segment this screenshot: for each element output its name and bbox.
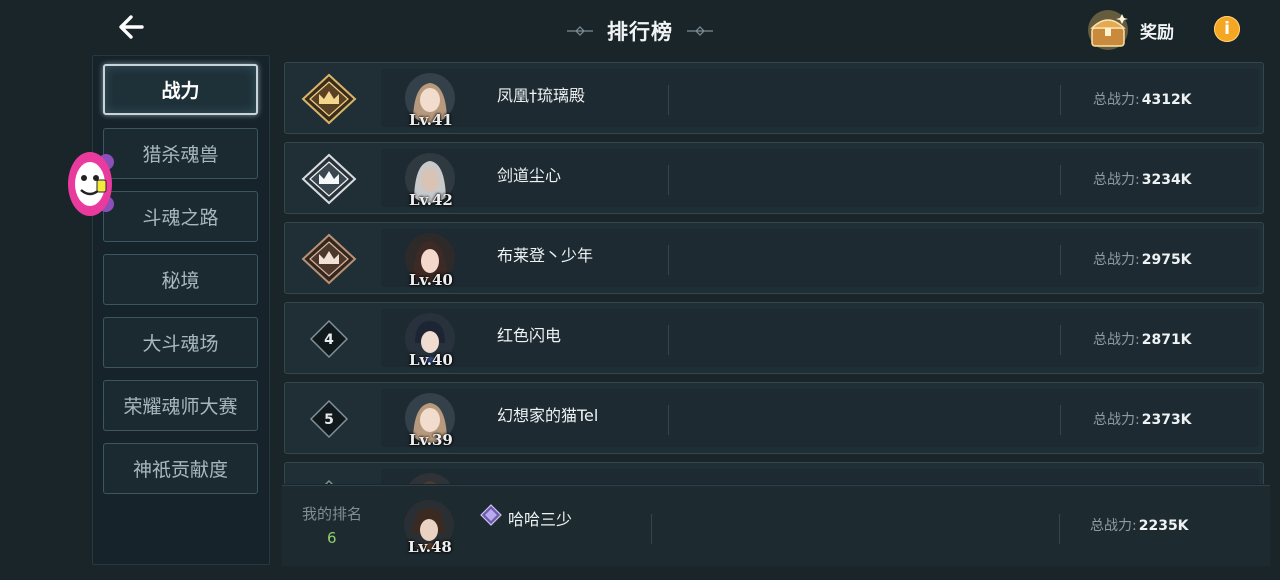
tab-deity-contribution[interactable]: 神祇贡献度 bbox=[103, 443, 258, 494]
reward-button[interactable]: 奖励 bbox=[1084, 8, 1194, 52]
player-name: 幻想家的猫Tel bbox=[497, 406, 599, 425]
total-power: 总战力: 2373K bbox=[1093, 412, 1192, 428]
ranking-row[interactable]: Lv.41 凤凰†琉璃殿 总战力: 4312K bbox=[284, 62, 1264, 134]
rank-diamond-icon: 5 bbox=[309, 399, 349, 439]
total-power-value: 4312K bbox=[1141, 92, 1192, 108]
ranking-row[interactable]: 4 Lv.40 红色闪电 总战力: 2871K bbox=[284, 302, 1264, 374]
floating-mascot-icon[interactable] bbox=[66, 148, 118, 220]
category-sidebar: 战力 猎杀魂兽 斗魂之路 秘境 大斗魂场 荣耀魂师大赛 神祇贡献度 bbox=[92, 55, 270, 565]
rank-diamond-icon: 4 bbox=[309, 319, 349, 359]
my-player-name: 哈哈三少 bbox=[508, 510, 573, 529]
ranking-row[interactable]: Lv.40 布莱登丶少年 总战力: 2975K bbox=[284, 222, 1264, 294]
tab-hunt-beasts[interactable]: 猎杀魂兽 bbox=[103, 128, 258, 179]
tab-glory-tournament[interactable]: 荣耀魂师大赛 bbox=[103, 380, 258, 431]
rank-tier-badge-icon bbox=[480, 504, 502, 526]
player-level: Lv.40 bbox=[409, 351, 453, 369]
total-power-value: 2373K bbox=[1141, 412, 1192, 428]
reward-label: 奖励 bbox=[1140, 22, 1174, 43]
ranking-row[interactable]: Lv.42 剑道尘心 总战力: 3234K bbox=[284, 142, 1264, 214]
ranking-row[interactable]: 5 Lv.39 幻想家的猫Tel 总战力: 2373K bbox=[284, 382, 1264, 454]
player-level: Lv.40 bbox=[409, 271, 453, 289]
info-button[interactable]: i bbox=[1214, 16, 1240, 42]
total-power: 总战力: 4312K bbox=[1093, 92, 1192, 108]
tab-power[interactable]: 战力 bbox=[103, 64, 258, 115]
total-power-value: 2871K bbox=[1141, 332, 1192, 348]
my-level: Lv.48 bbox=[408, 538, 452, 556]
total-power: 总战力: 2975K bbox=[1093, 252, 1192, 268]
treasure-chest-icon bbox=[1088, 10, 1128, 50]
player-name: 红色闪电 bbox=[497, 326, 562, 345]
total-power: 总战力: 2871K bbox=[1093, 332, 1192, 348]
rank-number: 5 bbox=[324, 412, 334, 428]
gold-crown-medal-icon bbox=[301, 73, 357, 125]
tab-soul-road[interactable]: 斗魂之路 bbox=[103, 191, 258, 242]
player-level: Lv.39 bbox=[409, 431, 453, 449]
my-rank-value: 6 bbox=[327, 529, 337, 547]
total-power: 总战力: 3234K bbox=[1093, 172, 1192, 188]
ranking-list[interactable]: Lv.41 凤凰†琉璃殿 总战力: 4312K Lv.42 剑道尘心 总战力: 32… bbox=[280, 58, 1268, 484]
back-button[interactable] bbox=[112, 10, 152, 44]
title-ornament-right-icon bbox=[687, 26, 713, 36]
player-level: Lv.41 bbox=[409, 111, 453, 129]
title-bar: 排行榜 bbox=[552, 14, 728, 48]
my-rank-label: 我的排名 bbox=[302, 505, 363, 523]
total-power-value: 3234K bbox=[1141, 172, 1192, 188]
my-rank-bar: 我的排名 6 Lv.48 哈哈三少 总战力: 2235K bbox=[282, 485, 1270, 566]
player-level: Lv.42 bbox=[409, 191, 453, 209]
back-arrow-icon bbox=[119, 15, 144, 39]
rank-diamond-icon: 6 bbox=[324, 479, 334, 484]
player-name: 凤凰†琉璃殿 bbox=[497, 86, 586, 105]
title-ornament-left-icon bbox=[567, 26, 593, 36]
page-title: 排行榜 bbox=[607, 20, 673, 44]
player-name: 剑道尘心 bbox=[497, 166, 562, 185]
player-name: 布莱登丶少年 bbox=[497, 246, 594, 265]
bronze-crown-medal-icon bbox=[301, 233, 357, 285]
ranking-row[interactable]: 6 bbox=[284, 462, 1264, 484]
rank-number: 4 bbox=[324, 332, 334, 348]
tab-secret-realm[interactable]: 秘境 bbox=[103, 254, 258, 305]
my-total-power-value: 2235K bbox=[1138, 518, 1189, 534]
tab-grand-arena[interactable]: 大斗魂场 bbox=[103, 317, 258, 368]
silver-crown-medal-icon bbox=[301, 153, 357, 205]
my-total-power: 总战力: 2235K bbox=[1090, 518, 1189, 534]
total-power-value: 2975K bbox=[1141, 252, 1192, 268]
